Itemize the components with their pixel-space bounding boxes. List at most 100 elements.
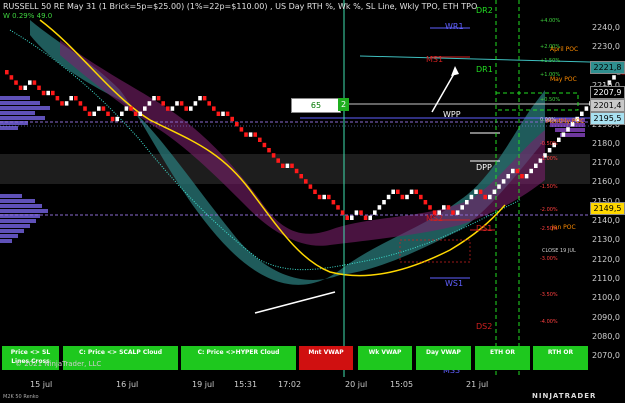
renko-brick xyxy=(547,148,552,153)
level-ds2: DS2 xyxy=(476,322,493,331)
percent-label: +4.00% xyxy=(540,18,561,24)
renko-brick xyxy=(566,127,570,132)
renko-brick xyxy=(405,194,409,200)
indicator-button[interactable]: C: Price <>HYPER Cloud xyxy=(181,346,296,370)
chart-subtitle: W 0.29% 49.0 xyxy=(3,12,53,20)
renko-brick xyxy=(161,101,165,106)
label-close-19jul: CLOSE 19 JUL xyxy=(542,248,576,254)
percent-label: +1.50% xyxy=(540,58,561,64)
renko-brick xyxy=(465,200,469,205)
renko-brick xyxy=(442,205,446,210)
renko-brick xyxy=(83,106,87,111)
renko-brick xyxy=(51,90,55,96)
renko-brick xyxy=(520,174,524,179)
ninjatrader-logo: NINJATRADER xyxy=(532,392,597,400)
renko-brick xyxy=(409,189,414,194)
renko-brick xyxy=(55,96,60,101)
renko-brick xyxy=(5,70,9,75)
renko-brick xyxy=(276,158,280,163)
renko-brick xyxy=(501,179,506,184)
time-tick: 19 jul xyxy=(192,380,215,389)
level-dr1: DR1 xyxy=(476,65,493,74)
renko-brick xyxy=(460,205,464,210)
renko-brick xyxy=(419,194,423,200)
time-tick: 15:31 xyxy=(234,380,258,389)
percent-label: +1.00% xyxy=(540,72,561,78)
renko-brick xyxy=(143,106,147,111)
indicator-button[interactable]: Mnt VWAP xyxy=(299,346,353,370)
percent-label: -0.50% xyxy=(540,141,558,147)
level-ms2: MS2 xyxy=(426,214,444,223)
price-marker: 2201,4 xyxy=(590,99,625,112)
price-tick: 2090,0 xyxy=(592,312,620,322)
renko-brick xyxy=(37,85,41,90)
renko-brick xyxy=(64,101,69,106)
indicator-button[interactable]: Day VWAP xyxy=(416,346,471,370)
renko-brick xyxy=(386,194,391,200)
percent-label: -3.50% xyxy=(540,292,558,298)
indicator-button[interactable]: RTH OR xyxy=(533,346,588,370)
renko-brick xyxy=(212,106,216,111)
renko-brick xyxy=(524,174,529,179)
renko-brick xyxy=(308,184,313,189)
renko-brick xyxy=(368,215,372,220)
renko-brick xyxy=(515,168,520,174)
copyright: © 2021 NinjaTrader, LLC xyxy=(15,360,102,368)
renko-brick xyxy=(322,194,326,200)
renko-brick xyxy=(497,184,501,189)
renko-brick xyxy=(354,210,359,215)
price-marker: 2221,8 xyxy=(590,61,625,74)
renko-brick xyxy=(414,189,418,194)
price-tick: 2170,0 xyxy=(592,158,620,168)
renko-brick xyxy=(193,101,198,106)
renko-brick xyxy=(290,163,294,168)
renko-brick xyxy=(179,101,184,106)
renko-brick xyxy=(492,189,497,194)
renko-brick xyxy=(612,75,616,80)
renko-brick xyxy=(106,111,110,116)
renko-brick xyxy=(202,96,207,101)
renko-brick xyxy=(138,111,142,116)
renko-brick xyxy=(152,96,156,101)
instrument-label: M2K 50 Renko xyxy=(3,394,39,400)
renko-brick xyxy=(281,163,285,168)
renko-brick xyxy=(561,132,566,137)
renko-brick xyxy=(28,80,32,85)
renko-brick xyxy=(377,205,382,210)
renko-brick xyxy=(584,106,589,111)
indicator-button[interactable]: Wk VWAP xyxy=(358,346,412,370)
renko-brick xyxy=(336,205,340,210)
percent-label: -2.00% xyxy=(540,207,558,213)
level-wpp: WPP xyxy=(443,110,461,119)
renko-brick xyxy=(46,90,50,96)
renko-brick xyxy=(207,101,211,106)
renko-brick xyxy=(216,111,221,116)
chart-title: RUSSELL 50 RE May 31 (1 Brick=5p=$25.00)… xyxy=(3,2,478,11)
price-tick: 2240,0 xyxy=(592,23,620,32)
indicator-button[interactable]: ETH OR xyxy=(475,346,530,370)
renko-brick xyxy=(248,132,253,137)
level-ws1: WS1 xyxy=(445,279,464,288)
price-tick: 2080,0 xyxy=(592,331,620,341)
renko-brick xyxy=(340,210,345,215)
renko-brick xyxy=(534,163,538,168)
renko-brick xyxy=(198,96,202,101)
renko-brick xyxy=(423,200,428,205)
renko-brick xyxy=(92,111,96,116)
renko-brick xyxy=(115,116,119,122)
price-tick: 2070,0 xyxy=(592,351,620,361)
renko-brick xyxy=(175,101,179,106)
renko-brick xyxy=(184,106,188,111)
renko-brick xyxy=(253,132,257,137)
renko-chart[interactable] xyxy=(0,0,625,403)
renko-brick xyxy=(14,80,18,85)
price-tick: 2230,0 xyxy=(592,42,620,52)
level-dr2: DR2 xyxy=(476,6,493,15)
renko-brick xyxy=(455,210,460,215)
price-tick: 2130,0 xyxy=(592,235,620,245)
renko-brick xyxy=(244,132,248,137)
time-tick: 15:05 xyxy=(390,380,414,389)
renko-brick xyxy=(363,215,368,220)
time-tick: 16 jul xyxy=(116,380,139,389)
renko-brick xyxy=(147,101,152,106)
